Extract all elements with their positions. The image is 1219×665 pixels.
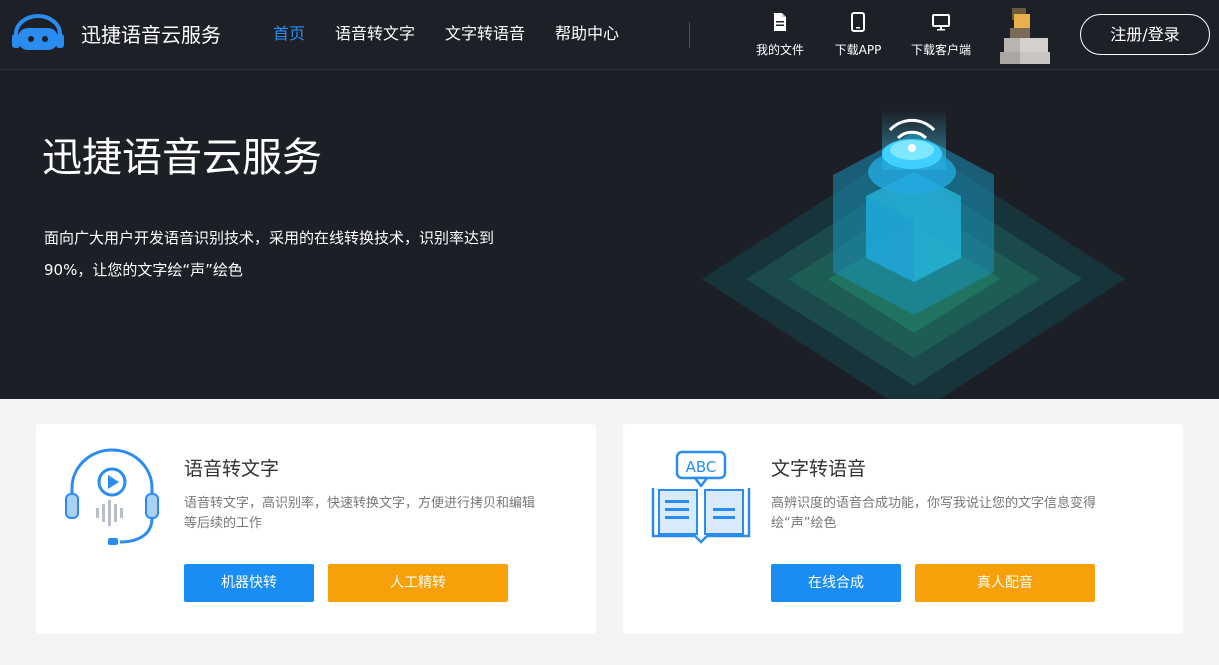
headphones-icon <box>65 448 159 545</box>
phone-icon <box>851 12 865 32</box>
download-client-label: 下载客户端 <box>910 43 971 57</box>
speech-to-text-description: 语音转文字，高识别率，快速转换文字，方便进行拷贝和编辑等后续的工作 <box>184 496 536 531</box>
text-to-speech-description: 高辨识度的语音合成功能，你写我说让您的文字信息变得绘“声”绘色 <box>771 496 1097 531</box>
nav-speech-to-text[interactable]: 语音转文字 <box>335 22 415 46</box>
manual-transcribe-button[interactable]: 人工精转 <box>328 564 508 602</box>
online-synthesis-button[interactable]: 在线合成 <box>771 564 901 602</box>
open-book-abc-icon: ABC <box>651 450 751 544</box>
download-app-button[interactable]: 下载APP <box>813 12 903 58</box>
logo-text[interactable]: 迅捷语音云服务 <box>81 22 221 48</box>
document-icon <box>774 13 786 31</box>
main-nav: 首页 语音转文字 文字转语音 帮助中心 <box>273 22 649 46</box>
hero-description: 面向广大用户开发语音识别技术，采用的在线转换技术，识别率达到 90%，让您的文字… <box>44 222 544 286</box>
hero-title: 迅捷语音云服务 <box>42 135 322 181</box>
human-voiceover-button[interactable]: 真人配音 <box>915 564 1095 602</box>
machine-transcribe-button[interactable]: 机器快转 <box>184 564 314 602</box>
nav-home[interactable]: 首页 <box>273 22 305 46</box>
user-avatar[interactable] <box>1000 8 1052 64</box>
nav-divider <box>689 22 690 48</box>
nav-help-center[interactable]: 帮助中心 <box>555 22 619 46</box>
my-files-button[interactable]: 我的文件 <box>735 12 825 58</box>
my-files-label: 我的文件 <box>755 43 804 57</box>
cloud-cube-illustration <box>702 110 1125 399</box>
hero-description-line-2: 90%，让您的文字绘“声”绘色 <box>44 261 243 279</box>
monitor-icon <box>932 14 950 31</box>
download-app-label: 下载APP <box>834 43 882 57</box>
speech-to-text-title: 语音转文字 <box>184 458 280 480</box>
speech-to-text-card: 语音转文字 语音转文字，高识别率，快速转换文字，方便进行拷贝和编辑等后续的工作 … <box>36 424 596 634</box>
download-client-button[interactable]: 下载客户端 <box>896 12 986 58</box>
register-login-button[interactable]: 注册/登录 <box>1080 14 1210 55</box>
top-header: 迅捷语音云服务 首页 语音转文字 文字转语音 帮助中心 我的文件 下载APP 下… <box>0 0 1219 70</box>
text-to-speech-title: 文字转语音 <box>771 458 867 480</box>
abc-icon-text: ABC <box>686 458 717 476</box>
headset-logo-icon[interactable] <box>10 14 66 50</box>
text-to-speech-card: ABC 文字转语音 高辨识度的语音合成功能，你写我说让您的文字信息变得绘“声”绘… <box>623 424 1183 634</box>
hero-description-line-1: 面向广大用户开发语音识别技术，采用的在线转换技术，识别率达到 <box>44 229 495 247</box>
nav-text-to-speech[interactable]: 文字转语音 <box>445 22 525 46</box>
hero-banner: 迅捷语音云服务 面向广大用户开发语音识别技术，采用的在线转换技术，识别率达到 9… <box>0 70 1219 399</box>
